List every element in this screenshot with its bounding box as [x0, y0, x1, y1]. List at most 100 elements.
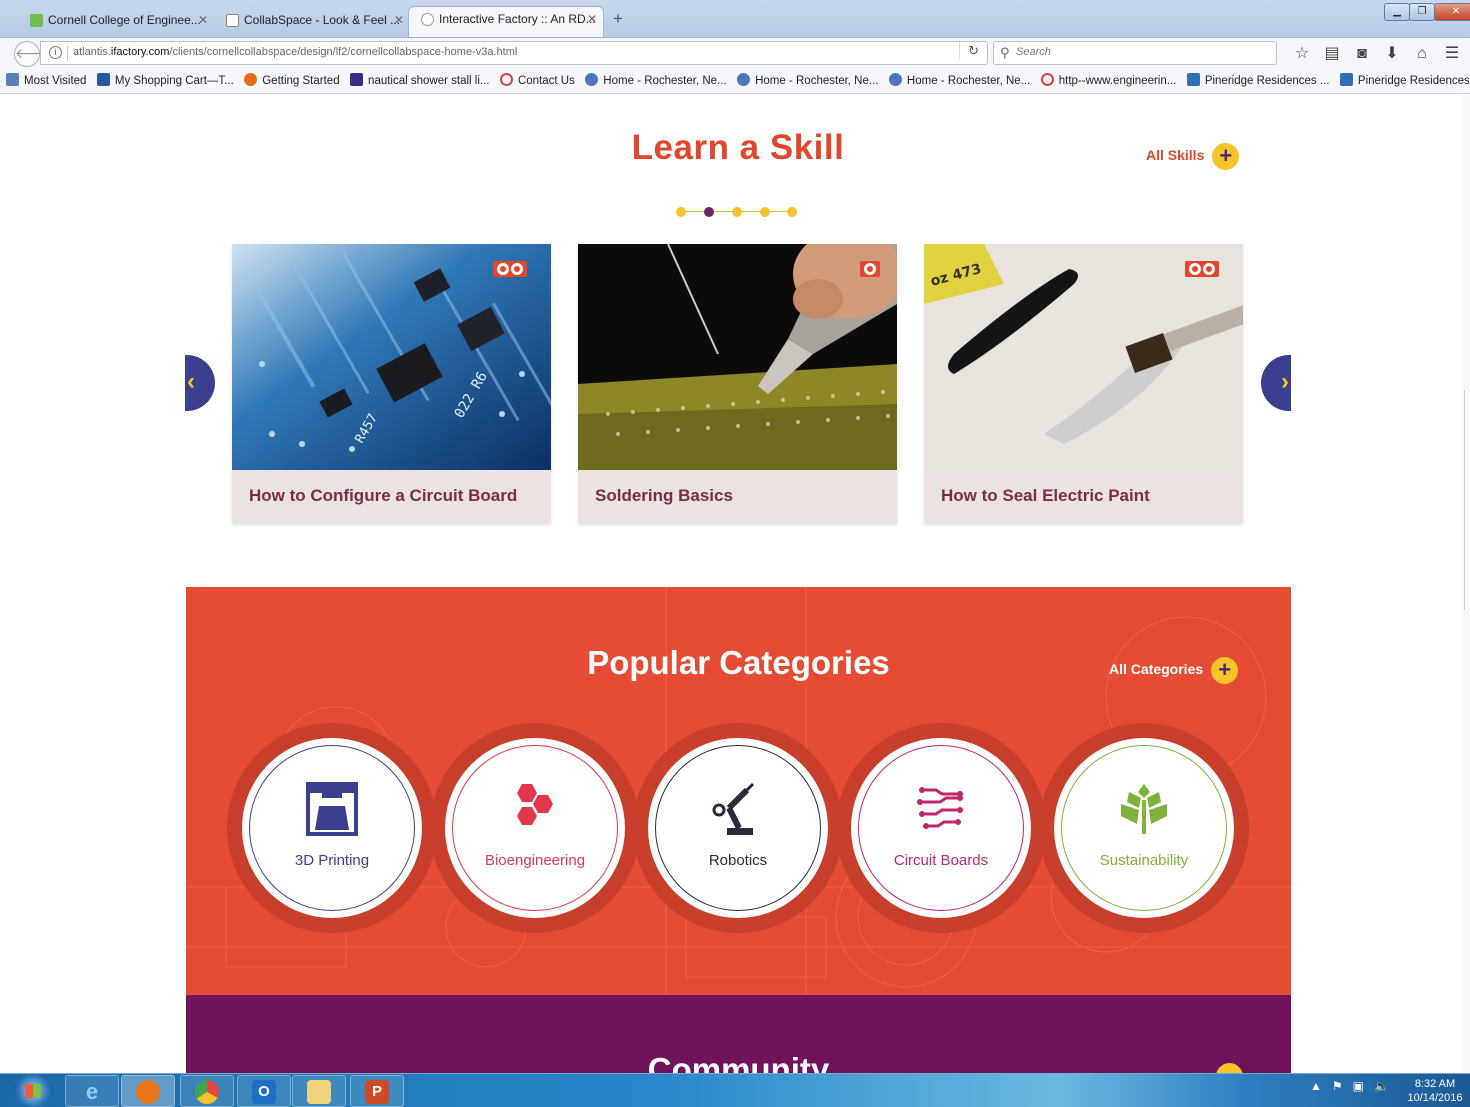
clock-time: 8:32 AM [1414, 1078, 1456, 1090]
system-tray: ▲ ⚑ ▣ 🔈 [1310, 1079, 1399, 1093]
carousel-dot[interactable] [732, 207, 742, 217]
bookmark-icon [499, 73, 513, 86]
carousel-dot[interactable] [676, 207, 686, 217]
popular-categories-section: Popular Categories All Categories + 3D Pr… [186, 587, 1291, 995]
bookmark-item[interactable]: nautical shower stall li... [350, 68, 490, 93]
search-bar[interactable]: ⚲ [993, 41, 1277, 65]
plus-icon: + [1212, 143, 1240, 170]
volume-icon[interactable]: 🔈 [1374, 1079, 1389, 1093]
bookmark-item[interactable]: Pineridge Residences ... [1339, 68, 1470, 93]
page-icon [421, 13, 434, 26]
bookmark-item[interactable]: My Shopping Cart—T... [96, 68, 234, 93]
category-label: Robotics [708, 852, 768, 869]
3d-printer-icon [306, 782, 358, 836]
bookmark-icon [6, 73, 19, 86]
toolbar-icons: ☆ ▤ ◙ ⬇ ⌂ ☰ [1287, 43, 1467, 63]
internet-explorer-icon: e [85, 1079, 99, 1104]
tab-collabspace[interactable]: CollabSpace - Look & Feel ... ✕ [214, 8, 410, 34]
bookmark-icon [1339, 73, 1353, 86]
bookmark-icon [1040, 73, 1054, 86]
video-badge-icon [1185, 261, 1219, 277]
taskbar-powerpoint[interactable]: P [350, 1075, 404, 1107]
bookmark-item[interactable]: Pineridge Residences ... [1186, 68, 1329, 93]
taskbar-chrome[interactable] [180, 1075, 234, 1107]
system-clock[interactable]: 8:32 AM 10/14/2016 [1405, 1077, 1465, 1105]
taskbar-explorer[interactable] [292, 1075, 346, 1107]
category-bioengineering[interactable]: Bioengineering [430, 723, 640, 933]
chevron-left-icon: ‹ [187, 368, 195, 395]
bookmark-icon [1186, 73, 1200, 86]
bookmark-star-icon[interactable]: ☆ [1287, 43, 1317, 63]
search-input[interactable] [1016, 46, 1266, 58]
bookmark-item[interactable]: Home - Rochester, Ne... [737, 68, 878, 93]
carousel-dot-active[interactable] [704, 207, 714, 217]
tab-interactive-factory[interactable]: Interactive Factory :: An RD... ✕ [408, 6, 604, 37]
skill-card[interactable]: Soldering Basics [578, 244, 897, 523]
download-icon[interactable]: ⬇ [1377, 43, 1407, 63]
close-icon[interactable]: ✕ [198, 8, 208, 32]
url-text[interactable]: atlantis.ifactory.com/clients/cornellcol… [73, 46, 517, 58]
url-bar[interactable]: i atlantis.ifactory.com/clients/cornellc… [40, 41, 988, 65]
carousel-dots [676, 206, 800, 218]
page-icon [226, 14, 239, 27]
maximize-button[interactable]: ❐ [1409, 3, 1435, 21]
skill-card[interactable]: oz 473 How to Seal Electric Paint [924, 244, 1243, 523]
start-button[interactable] [13, 1075, 53, 1107]
home-icon[interactable]: ⌂ [1407, 45, 1437, 63]
bookmark-item[interactable]: Contact Us [499, 68, 575, 93]
screen: Cornell College of Enginee... ✕ CollabSp… [0, 0, 1470, 1107]
tab-cornell[interactable]: Cornell College of Enginee... ✕ [18, 8, 214, 34]
category-robotics[interactable]: Robotics [633, 723, 843, 933]
community-title: Community [647, 1051, 830, 1073]
back-button[interactable]: 🡐 [14, 41, 53, 67]
outlook-icon: O [252, 1080, 276, 1104]
bookmark-icon [96, 73, 110, 86]
all-skills-link[interactable]: All Skills + [1146, 143, 1240, 170]
bookmarks-list-icon[interactable]: ▤ [1317, 43, 1347, 63]
category-3d-printing[interactable]: 3D Printing [227, 723, 437, 933]
close-window-button[interactable]: ✕ [1434, 3, 1470, 21]
carousel-prev-button[interactable]: ‹ [185, 355, 215, 411]
all-categories-link[interactable]: All Categories + [1109, 657, 1239, 684]
page-scrollbar[interactable] [1462, 95, 1470, 1073]
category-circuit-boards[interactable]: Circuit Boards [836, 723, 1046, 933]
bookmark-item[interactable]: http--www.engineerin... [1040, 68, 1176, 93]
taskbar-outlook[interactable]: O [237, 1075, 291, 1107]
carousel-dot[interactable] [787, 207, 797, 217]
bookmark-item[interactable]: Home - Rochester, Ne... [888, 68, 1030, 93]
network-icon[interactable]: ▣ [1353, 1079, 1364, 1093]
action-center-flag-icon[interactable]: ⚑ [1332, 1079, 1343, 1093]
pocket-icon[interactable]: ◙ [1347, 45, 1377, 63]
bookmark-item[interactable]: Getting Started [244, 68, 340, 93]
powerpoint-icon: P [365, 1080, 389, 1104]
plus-icon: + [1211, 657, 1239, 684]
category-label: Bioengineering [484, 852, 586, 869]
menu-icon[interactable]: ☰ [1437, 43, 1467, 63]
carousel-dot[interactable] [760, 207, 770, 217]
bookmark-item[interactable]: Most Visited [6, 68, 86, 93]
close-icon[interactable]: ✕ [587, 7, 597, 31]
windows-logo-icon [25, 1084, 41, 1098]
carousel-next-button[interactable]: › [1261, 355, 1291, 411]
category-sustainability[interactable]: Sustainability [1039, 723, 1249, 933]
category-label: Sustainability [1099, 852, 1189, 869]
firefox-icon [136, 1080, 160, 1104]
tab-label: CollabSpace - Look & Feel ... [244, 13, 401, 27]
tray-expand-icon[interactable]: ▲ [1310, 1079, 1322, 1093]
info-icon[interactable]: i [49, 46, 62, 59]
card-title: Soldering Basics [595, 486, 733, 505]
skill-card[interactable]: 022 R6 R457 How to Configure a Circuit B… [232, 244, 551, 523]
folder-icon [307, 1080, 331, 1104]
bookmark-item[interactable]: Home - Rochester, Ne... [585, 68, 727, 93]
hexagon-molecule-icon [517, 784, 553, 825]
soldering-photo [578, 244, 897, 470]
taskbar-firefox[interactable] [121, 1075, 175, 1107]
bookmark-icon [585, 73, 599, 86]
search-icon: ⚲ [1000, 45, 1010, 60]
taskbar-ie[interactable]: e [65, 1075, 119, 1107]
close-icon[interactable]: ✕ [394, 8, 404, 32]
tab-label: Cornell College of Enginee... [48, 13, 201, 27]
minimize-button[interactable]: ▁ [1384, 3, 1410, 21]
reload-icon[interactable]: ↻ [959, 43, 979, 59]
new-tab-button[interactable]: + [613, 9, 623, 29]
